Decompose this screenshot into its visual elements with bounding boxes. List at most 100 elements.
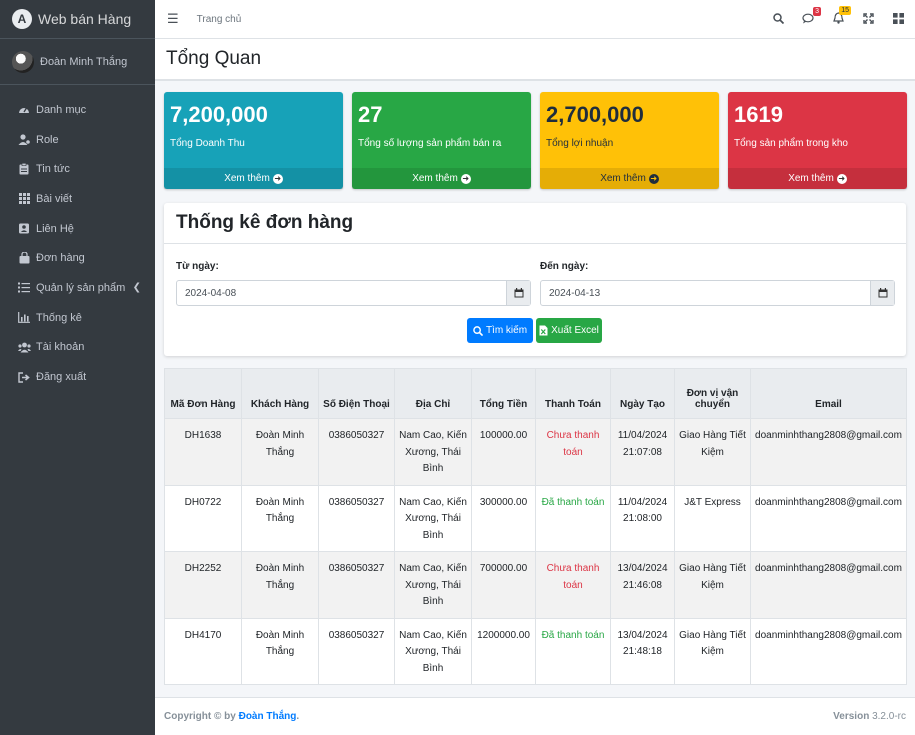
user-panel[interactable]: Đoàn Minh Thắng	[0, 39, 155, 85]
sidebar-item-label: Role	[36, 133, 59, 146]
tachometer-icon	[17, 104, 31, 115]
created-date-cell: 13/04/2024 21:48:18	[610, 617, 675, 685]
author-link[interactable]: Đoàn Thắng	[239, 711, 297, 722]
user-icon	[17, 134, 31, 146]
version-number: 3.2.0-rc	[872, 711, 906, 722]
email-cell: doanminhthang2808@gmail.com	[750, 418, 907, 486]
sidebar-item-dang-xuat[interactable]: Đăng xuất	[0, 362, 155, 392]
sidebar-item-thong-ke[interactable]: Thống kê	[0, 303, 155, 333]
top-navbar: ☰ Trang chủ 3 15	[155, 0, 915, 39]
address-cell: Nam Cao, Kiến Xương, Thái Bình	[394, 551, 472, 619]
stat-label: Tổng lợi nhuận	[546, 138, 614, 149]
payment-status-cell: Đã thanh toán	[535, 484, 611, 552]
orders-table: Mã Đơn Hàng Khách Hàng Số Điện Thoại Địa…	[164, 368, 907, 685]
user-name[interactable]: Đoàn Minh Thắng	[40, 56, 127, 68]
sidebar-item-bai-viet[interactable]: Bài viết	[0, 184, 155, 214]
calendar-icon[interactable]	[870, 281, 894, 305]
payment-status-cell: Chưa thanh toán	[535, 551, 611, 619]
column-header[interactable]: Email	[750, 368, 907, 419]
sidebar-item-label: Bài viết	[36, 192, 73, 205]
column-header[interactable]: Khách Hàng	[241, 368, 319, 419]
order-filter-card: Thống kê đơn hàng Từ ngày: 2024-04-08 Đế…	[164, 203, 906, 356]
search-icon[interactable]	[771, 12, 785, 27]
table-row[interactable]: DH2252 Đoàn Minh Thắng 0386050327 Nam Ca…	[164, 551, 907, 619]
shipping-cell: Giao Hàng Tiết Kiệm	[674, 418, 751, 486]
column-header[interactable]: Đơn vị vận chuyển	[674, 368, 751, 419]
stat-value: 7,200,000	[170, 102, 268, 127]
phone-cell: 0386050327	[318, 484, 395, 552]
sidebar-item-role[interactable]: Role	[0, 125, 155, 155]
export-excel-button[interactable]: Xuất Excel	[536, 318, 602, 343]
stat-box-revenue: 7,200,000 Tổng Doanh Thu Xem thêm ➜	[164, 92, 343, 189]
calendar-icon[interactable]	[506, 281, 530, 305]
stat-boxes: 7,200,000 Tổng Doanh Thu Xem thêm ➜ 27 Tổ…	[164, 92, 907, 189]
copyright-period: .	[296, 711, 300, 722]
created-date-cell: 13/04/2024 21:46:08	[610, 551, 675, 619]
order-id-cell: DH0722	[164, 484, 242, 552]
sidebar: A Web bán Hàng Đoàn Minh Thắng Danh mục …	[0, 0, 155, 735]
column-header[interactable]: Địa Chỉ	[394, 368, 472, 419]
bell-icon[interactable]: 15	[831, 6, 851, 27]
from-date-input[interactable]: 2024-04-08	[176, 280, 531, 306]
menu-toggle-icon[interactable]: ☰	[167, 11, 179, 27]
messages-badge: 3	[813, 6, 821, 16]
column-header[interactable]: Mã Đơn Hàng	[164, 368, 242, 419]
email-cell: doanminhthang2808@gmail.com	[750, 484, 907, 552]
contact-icon	[17, 223, 31, 234]
search-icon	[473, 325, 483, 336]
sidebar-item-tai-khoan[interactable]: Tài khoản	[0, 333, 155, 363]
sidebar-item-lien-he[interactable]: Liên Hệ	[0, 214, 155, 244]
column-header[interactable]: Số Điện Thoại	[318, 368, 395, 419]
apps-grid-icon[interactable]	[891, 12, 905, 27]
more-info-link[interactable]: Xem thêm ➜	[728, 168, 907, 189]
table-row[interactable]: DH4170 Đoàn Minh Thắng 0386050327 Nam Ca…	[164, 617, 907, 685]
search-button-label: Tìm kiếm	[485, 325, 528, 336]
notifications-badge: 15	[839, 6, 851, 15]
order-id-cell: DH2252	[164, 551, 242, 619]
top-right-icons: 3 15	[771, 0, 905, 39]
card-header: Thống kê đơn hàng	[164, 203, 906, 244]
stat-label: Tổng số lượng sản phẩm bán ra	[358, 138, 502, 149]
stat-label: Tổng sản phẩm trong kho	[734, 138, 848, 149]
column-header[interactable]: Tổng Tiền	[471, 368, 536, 419]
sidebar-item-label: Danh mục	[36, 103, 87, 116]
search-button[interactable]: Tìm kiếm	[467, 318, 533, 343]
customer-cell: Đoàn Minh Thắng	[241, 551, 319, 619]
orders-table-container: Mã Đơn Hàng Khách Hàng Số Điện Thoại Địa…	[164, 368, 907, 685]
customer-cell: Đoàn Minh Thắng	[241, 617, 319, 685]
table-row[interactable]: DH0722 Đoàn Minh Thắng 0386050327 Nam Ca…	[164, 484, 907, 552]
brand-link[interactable]: A Web bán Hàng	[0, 0, 155, 39]
fullscreen-icon[interactable]	[861, 12, 875, 27]
more-info-label: Xem thêm	[788, 173, 834, 184]
stat-label: Tổng Doanh Thu	[170, 138, 245, 149]
stat-value: 1619	[734, 102, 783, 127]
sidebar-item-quan-ly-san-pham[interactable]: Quản lý sản phẩm ❮	[0, 273, 155, 303]
clipboard-icon	[17, 163, 31, 175]
chevron-left-icon[interactable]: ❮	[133, 282, 141, 293]
shipping-cell: Giao Hàng Tiết Kiệm	[674, 551, 751, 619]
address-cell: Nam Cao, Kiến Xương, Thái Bình	[394, 484, 472, 552]
list-icon	[17, 282, 31, 293]
to-date-input[interactable]: 2024-04-13	[540, 280, 895, 306]
column-header[interactable]: Ngày Tạo	[610, 368, 675, 419]
version-label: Version	[833, 711, 870, 722]
sidebar-item-tin-tuc[interactable]: Tin tức	[0, 154, 155, 184]
page-header: Tổng Quan	[155, 39, 915, 81]
chart-icon	[17, 312, 31, 324]
address-cell: Nam Cao, Kiến Xương, Thái Bình	[394, 617, 472, 685]
address-cell: Nam Cao, Kiến Xương, Thái Bình	[394, 418, 472, 486]
column-header[interactable]: Thanh Toán	[535, 368, 611, 419]
more-info-link[interactable]: Xem thêm ➜	[540, 168, 719, 189]
arrow-circle-right-icon: ➜	[460, 173, 471, 184]
phone-cell: 0386050327	[318, 551, 395, 619]
more-info-link[interactable]: Xem thêm ➜	[352, 168, 531, 189]
home-link[interactable]: Trang chủ	[197, 14, 242, 25]
messages-icon[interactable]: 3	[801, 6, 821, 27]
phone-cell: 0386050327	[318, 617, 395, 685]
table-row[interactable]: DH1638 Đoàn Minh Thắng 0386050327 Nam Ca…	[164, 418, 907, 486]
email-cell: doanminhthang2808@gmail.com	[750, 617, 907, 685]
shipping-cell: Giao Hàng Tiết Kiệm	[674, 617, 751, 685]
sidebar-item-danh-muc[interactable]: Danh mục	[0, 95, 155, 125]
more-info-link[interactable]: Xem thêm ➜	[164, 168, 343, 189]
sidebar-item-don-hang[interactable]: Đơn hàng	[0, 243, 155, 273]
